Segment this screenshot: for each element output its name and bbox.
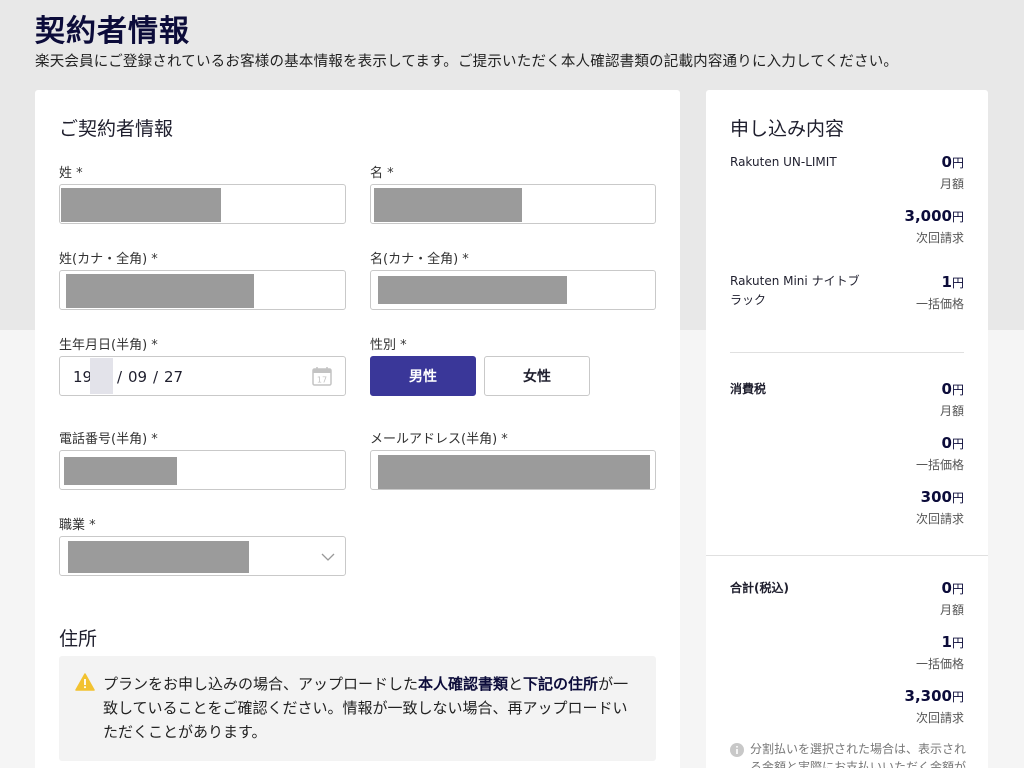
price-amount: 3,300 [904, 687, 952, 705]
summary-item-name: Rakuten Mini ナイトブラック [730, 274, 860, 307]
price-value: 3,000円 [905, 207, 964, 225]
contractor-form-card: ご契約者情報 姓 * 名 * 姓(カナ・全角) * 名(カナ・全角) * 生年月… [35, 90, 680, 768]
price-value: 1円 [942, 273, 964, 291]
price-amount: 0 [941, 153, 952, 171]
gender-female-button[interactable]: 女性 [484, 356, 590, 396]
occupation-select[interactable] [59, 536, 346, 576]
calendar-icon[interactable]: 17 [312, 366, 332, 386]
installment-note-text: 分割払いを選択された場合は、表示される金額と実際にお支払いいただく金額が [750, 742, 967, 768]
masked-value [374, 188, 522, 222]
price-unit: 円 [951, 636, 964, 650]
warning-icon [75, 673, 95, 691]
form-section-title: ご契約者情報 [59, 118, 174, 140]
price-amount: 0 [941, 434, 952, 452]
price-note: 次回請求 [915, 711, 964, 725]
price-value: 0円 [942, 579, 964, 597]
price-amount: 1 [941, 273, 952, 291]
divider [730, 352, 964, 353]
last-name-kana-label: 姓(カナ・全角) * [59, 252, 158, 267]
date-separator: / [153, 368, 159, 386]
price-unit: 円 [951, 210, 964, 224]
masked-value [378, 455, 650, 489]
price-unit: 円 [951, 582, 964, 596]
gender-label: 性別 * [370, 338, 407, 353]
address-notice: プランをお申し込みの場合、アップロードした本人確認書類と下記の住所が一致している… [59, 656, 656, 761]
price-note: 一括価格 [915, 657, 964, 671]
price-amount: 0 [941, 579, 952, 597]
notice-text: プランをお申し込みの場合、アップロードした [103, 675, 419, 693]
masked-value [90, 358, 113, 394]
chevron-down-icon [321, 553, 335, 561]
price-unit: 円 [951, 690, 964, 704]
price-unit: 円 [951, 156, 964, 170]
installment-note: 分割払いを選択された場合は、表示される金額と実際にお支払いいただく金額が [730, 740, 970, 768]
price-note: 一括価格 [915, 297, 964, 311]
notice-emphasis: 下記の住所 [523, 675, 599, 693]
masked-value [64, 457, 177, 485]
phone-field[interactable] [59, 450, 346, 490]
birthdate-field[interactable]: 19 / 09 / 27 17 [59, 356, 346, 396]
price-value: 0円 [942, 434, 964, 452]
price-note: 月額 [939, 177, 964, 191]
masked-value [378, 276, 567, 304]
tax-label: 消費税 [730, 382, 767, 396]
page-description: 楽天会員にご登録されているお客様の基本情報を表示してます。ご提示いただく本人確認… [35, 54, 899, 70]
order-summary-card: 申し込み内容 Rakuten UN-LIMIT 0円 月額 3,000円 次回請… [706, 90, 988, 768]
price-unit: 円 [951, 437, 964, 451]
notice-emphasis: 本人確認書類 [418, 675, 509, 693]
email-label: メールアドレス(半角) * [370, 432, 508, 447]
price-unit: 円 [951, 383, 964, 397]
price-value: 300円 [921, 488, 964, 506]
birth-month[interactable]: 09 [128, 368, 147, 386]
price-value: 0円 [942, 153, 964, 171]
price-value: 1円 [942, 633, 964, 651]
last-name-field[interactable] [59, 184, 346, 224]
price-amount: 0 [941, 380, 952, 398]
svg-text:17: 17 [317, 376, 327, 385]
phone-label: 電話番号(半角) * [59, 432, 158, 447]
price-note: 月額 [939, 603, 964, 617]
occupation-label: 職業 * [59, 518, 96, 533]
first-name-label: 名 * [370, 166, 394, 181]
masked-value [61, 188, 221, 222]
last-name-kana-field[interactable] [59, 270, 346, 310]
price-value: 3,300円 [905, 687, 964, 705]
last-name-label: 姓 * [59, 166, 83, 181]
gender-male-button[interactable]: 男性 [370, 356, 476, 396]
divider [706, 555, 988, 556]
price-note: 月額 [939, 404, 964, 418]
info-icon [730, 743, 744, 757]
total-label: 合計(税込) [730, 581, 789, 595]
address-section-title: 住所 [59, 628, 98, 650]
price-amount: 3,000 [904, 207, 952, 225]
summary-item-name: Rakuten UN-LIMIT [730, 155, 837, 169]
first-name-kana-field[interactable] [370, 270, 656, 310]
masked-value [66, 274, 254, 308]
price-value: 0円 [942, 380, 964, 398]
price-amount: 300 [920, 488, 952, 506]
summary-title: 申し込み内容 [730, 118, 845, 140]
first-name-kana-label: 名(カナ・全角) * [370, 252, 469, 267]
notice-text: と [508, 675, 524, 693]
birth-day[interactable]: 27 [164, 368, 183, 386]
date-separator: / [117, 368, 123, 386]
price-note: 次回請求 [915, 231, 964, 245]
first-name-field[interactable] [370, 184, 656, 224]
price-note: 一括価格 [915, 458, 964, 472]
birthdate-label: 生年月日(半角) * [59, 338, 158, 353]
masked-value [68, 541, 249, 573]
price-amount: 1 [941, 633, 952, 651]
page-title: 契約者情報 [35, 14, 190, 49]
price-note: 次回請求 [915, 512, 964, 526]
price-unit: 円 [951, 276, 964, 290]
price-unit: 円 [951, 491, 964, 505]
email-field[interactable] [370, 450, 656, 490]
